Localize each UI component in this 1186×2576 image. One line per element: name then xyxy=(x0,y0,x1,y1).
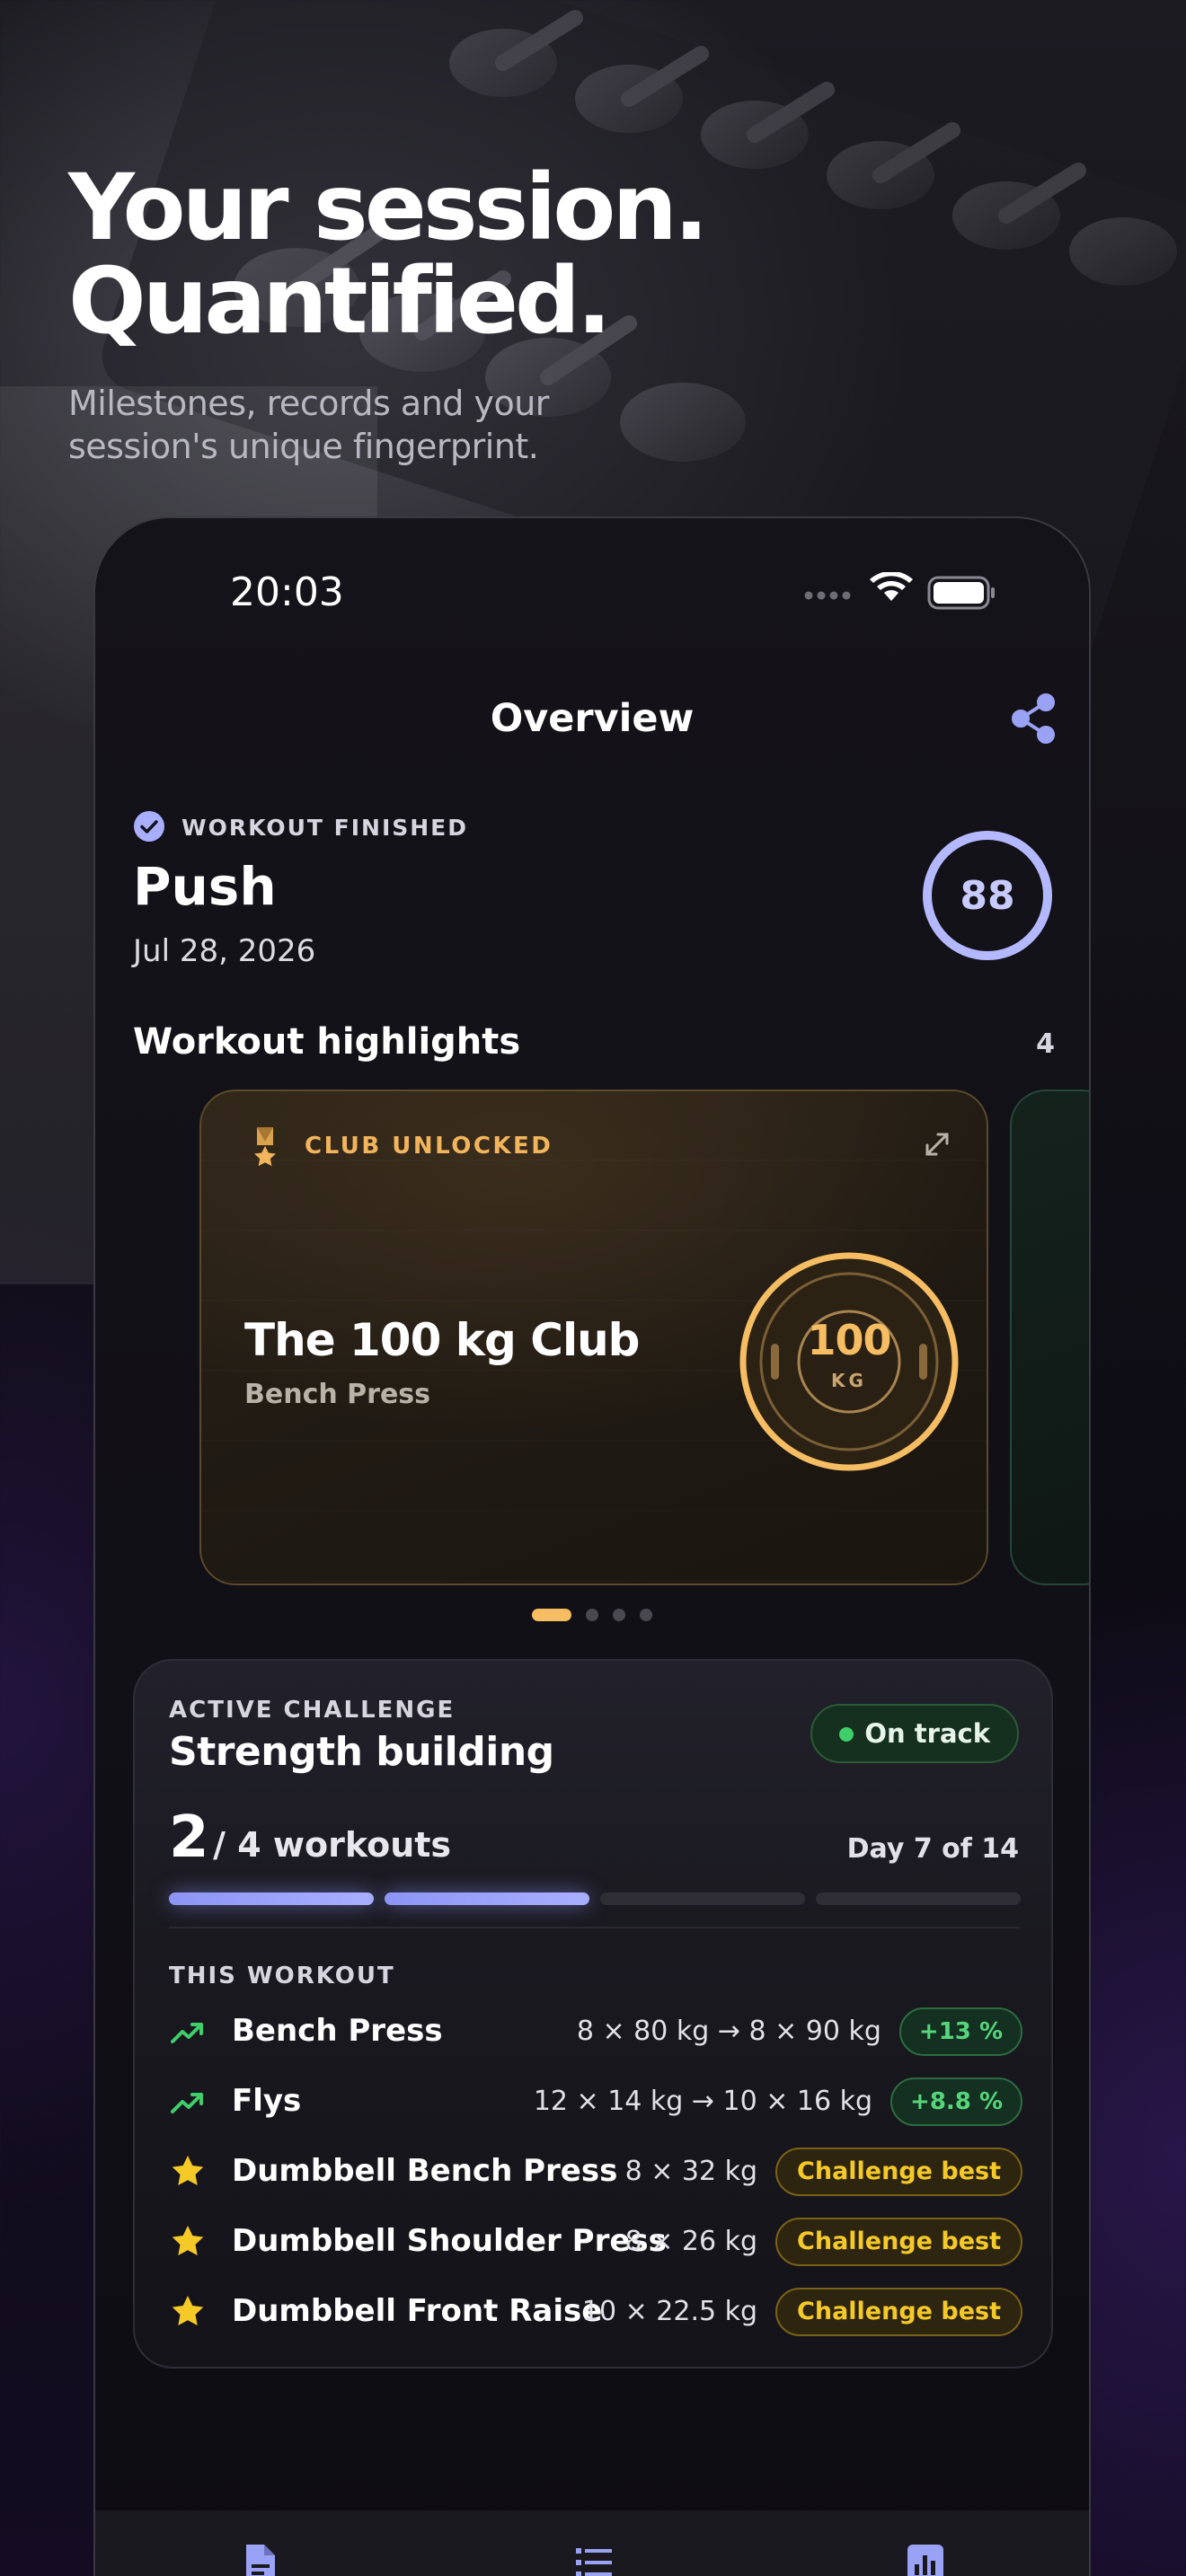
star-icon xyxy=(172,2296,204,2325)
exercise-row[interactable]: Dumbbell Shoulder Press 8 × 26 kg Challeng… xyxy=(169,2216,1022,2270)
page-dot[interactable] xyxy=(532,1609,571,1621)
star-icon xyxy=(172,2226,204,2255)
workout-date: Jul 28, 2026 xyxy=(133,933,316,969)
chart-icon[interactable] xyxy=(904,2541,947,2576)
status-dot xyxy=(839,1727,854,1742)
exercise-name: Flys xyxy=(232,2083,302,2119)
page-dot[interactable] xyxy=(640,1609,652,1621)
signal-dots-icon xyxy=(804,591,851,600)
document-icon[interactable] xyxy=(239,2541,282,2576)
exercise-row[interactable]: Flys 12 × 14 kg → 10 × 16 kg +8.8 % xyxy=(169,2076,1022,2130)
highlight-card-club[interactable]: CLUB UNLOCKED The 100 kg Club Bench Pres… xyxy=(199,1090,988,1585)
active-challenge-card[interactable]: ACTIVE CHALLENGE Strength building On tr… xyxy=(133,1659,1053,2369)
exercise-badge: +13 % xyxy=(898,2007,1022,2056)
battery-icon xyxy=(927,576,995,610)
challenge-label: ACTIVE CHALLENGE xyxy=(169,1697,456,1724)
share-icon[interactable] xyxy=(1010,693,1057,744)
status-icons xyxy=(804,572,995,610)
exercise-detail: 12 × 14 kg → 10 × 16 kg xyxy=(533,2086,873,2117)
highlights-count: 4 xyxy=(1036,1028,1055,1060)
exercise-badge: +8.8 % xyxy=(890,2078,1022,2126)
progress-total: / 4 workouts xyxy=(213,1825,452,1865)
exercise-row[interactable]: Dumbbell Bench Press 8 × 32 kg Challenge b… xyxy=(169,2146,1022,2200)
progress-done: 2 xyxy=(169,1804,209,1871)
expand-icon[interactable] xyxy=(922,1129,952,1160)
page-title: Overview xyxy=(490,696,695,741)
check-circle-icon xyxy=(134,811,164,842)
exercise-badge: Challenge best xyxy=(775,2288,1022,2336)
page-dot[interactable] xyxy=(613,1609,625,1621)
exercise-name: Dumbbell Bench Press xyxy=(232,2153,618,2189)
tab-bar xyxy=(95,2510,1089,2576)
medal-icon xyxy=(254,1127,276,1167)
progress-segment xyxy=(169,1892,374,1905)
phone-frame: 20:03 Overview WORKOUT FINISHED Push Jul… xyxy=(93,516,1091,2576)
wifi-icon xyxy=(870,572,913,601)
workout-score: 88 xyxy=(960,872,1015,919)
page-dot[interactable] xyxy=(586,1609,598,1621)
exercise-detail: 10 × 22.5 kg xyxy=(581,2296,758,2327)
exercise-badge: Challenge best xyxy=(775,2218,1022,2266)
carousel-page-indicator[interactable] xyxy=(532,1605,676,1623)
highlight-card-next[interactable] xyxy=(1010,1090,1089,1585)
workout-status-label: WORKOUT FINISHED xyxy=(181,815,468,841)
status-badge: On track xyxy=(810,1704,1019,1763)
plate-value: 100 xyxy=(807,1316,891,1364)
list-icon[interactable] xyxy=(572,2541,615,2576)
progress-segment xyxy=(385,1892,589,1905)
exercise-row[interactable]: Dumbbell Front Raise 10 × 22.5 kg Challeng… xyxy=(169,2286,1022,2340)
star-icon xyxy=(172,2156,204,2185)
club-name: The 100 kg Club xyxy=(244,1314,640,1366)
progress-segment xyxy=(600,1892,805,1905)
card-label: CLUB UNLOCKED xyxy=(305,1133,553,1160)
exercise-badge: Challenge best xyxy=(775,2148,1022,2196)
exercise-detail: 8 × 26 kg xyxy=(624,2226,758,2257)
divider xyxy=(169,1927,1019,1928)
highlights-title: Workout highlights xyxy=(133,1021,521,1063)
this-workout-label: THIS WORKOUT xyxy=(169,1963,395,1989)
hero-subtitle: Milestones, records and your session's u… xyxy=(68,384,549,466)
club-exercise: Bench Press xyxy=(244,1379,430,1410)
hero-title: Your session. Quantified. xyxy=(68,154,709,355)
exercise-row[interactable]: Bench Press 8 × 80 kg → 8 × 90 kg +13 % xyxy=(169,2006,1022,2060)
status-text: On track xyxy=(864,1718,990,1749)
plate-unit: KG xyxy=(831,1370,867,1391)
exercise-name: Dumbbell Front Raise xyxy=(232,2293,603,2329)
status-time: 20:03 xyxy=(230,569,344,615)
challenge-progress: 2 / 4 workouts xyxy=(169,1804,451,1871)
progress-segment xyxy=(816,1892,1021,1905)
exercise-detail: 8 × 32 kg xyxy=(624,2156,758,2187)
challenge-day: Day 7 of 14 xyxy=(846,1833,1019,1865)
exercise-name: Dumbbell Shoulder Press xyxy=(232,2223,667,2259)
trend-up-icon xyxy=(171,2093,203,2113)
exercise-detail: 8 × 80 kg → 8 × 90 kg xyxy=(576,2016,881,2047)
workout-name: Push xyxy=(133,856,277,917)
exercise-name: Bench Press xyxy=(232,2013,443,2049)
trend-up-icon xyxy=(171,2023,203,2043)
challenge-name: Strength building xyxy=(169,1729,554,1775)
